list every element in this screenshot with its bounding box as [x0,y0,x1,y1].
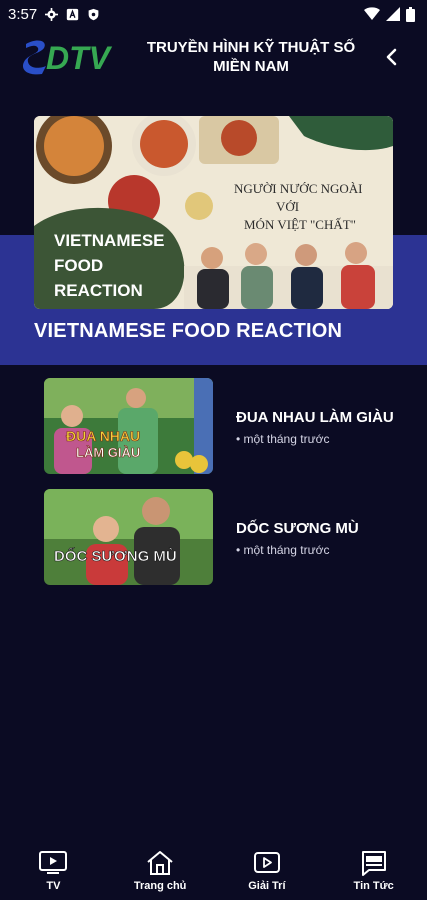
svg-text:REACTION: REACTION [54,281,143,300]
back-button[interactable] [378,44,404,70]
svg-text:FOOD: FOOD [54,256,103,275]
thumbnail-image: ĐUA NHAU LÀM GIÀU [44,378,213,474]
svg-text:ĐUA NHAU: ĐUA NHAU [66,428,140,444]
page-title: TRUYỀN HÌNH KỸ THUẬT SỐ MIỀN NAM [146,39,356,75]
chevron-left-icon [386,48,397,66]
app-header: DTV TRUYỀN HÌNH KỸ THUẬT SỐ MIỀN NAM [0,28,427,88]
featured-title[interactable]: VIETNAMESE FOOD REACTION [34,320,342,343]
nav-home[interactable]: Trang chủ [107,842,214,900]
svg-text:VỚI: VỚI [276,199,299,214]
list-item[interactable]: DỐC SƯƠNG MÙ DỐC SƯƠNG MÙ • một tháng tr… [44,489,404,585]
status-bar: 3:57 [0,0,427,28]
svg-text:DỐC SƯƠNG MÙ: DỐC SƯƠNG MÙ [54,547,177,565]
food-collage-image: VIETNAMESE FOOD REACTION NGƯỜI NƯỚC NGOÀ… [34,116,393,309]
shield-icon [88,8,99,20]
thumbnail-image: DỐC SƯƠNG MÙ [44,489,213,585]
list-item[interactable]: ĐUA NHAU LÀM GIÀU ĐUA NHAU LÀM GIÀU • mộ… [44,378,404,474]
list-item-timestamp: • một tháng trước [236,432,330,446]
nav-news[interactable]: Tin Tức [320,842,427,900]
battery-icon [406,6,415,22]
video-thumbnail[interactable]: DỐC SƯƠNG MÙ [44,489,213,585]
svg-text:LÀM GIÀU: LÀM GIÀU [76,445,140,460]
nav-label: TV [46,880,61,892]
list-item-timestamp: • một tháng trước [236,543,330,557]
signal-icon [386,7,400,21]
svg-text:MÓN VIỆT "CHẤT": MÓN VIỆT "CHẤT" [244,217,356,232]
nav-label: Giải Trí [248,880,286,892]
nav-entertainment[interactable]: Giải Trí [214,842,321,900]
settings-icon [45,7,59,21]
list-item-title: DỐC SƯƠNG MÙ [236,520,359,537]
nav-label: Tin Tức [353,880,394,892]
nav-label: Trang chủ [133,880,187,892]
svg-text:DTV: DTV [46,40,113,76]
sdtv-logo: DTV [22,40,113,76]
list-item-title: ĐUA NHAU LÀM GIÀU [236,409,394,426]
svg-text:VIETNAMESE: VIETNAMESE [54,231,165,250]
nav-tv[interactable]: TV [0,842,107,900]
news-icon [361,851,386,876]
status-time: 3:57 [8,5,38,23]
featured-thumbnail[interactable]: VIETNAMESE FOOD REACTION NGƯỜI NƯỚC NGOÀ… [34,116,393,309]
a-badge-icon [67,8,79,20]
wifi-icon [364,7,380,20]
bottom-nav: TV Trang chủ Giải Trí Tin Tức [0,842,427,900]
play-icon [253,852,280,873]
svg-text:NGƯỜI NƯỚC NGOÀI: NGƯỜI NƯỚC NGOÀI [234,181,363,196]
home-icon [147,851,173,875]
video-thumbnail[interactable]: ĐUA NHAU LÀM GIÀU [44,378,213,474]
tv-play-icon [39,851,68,874]
